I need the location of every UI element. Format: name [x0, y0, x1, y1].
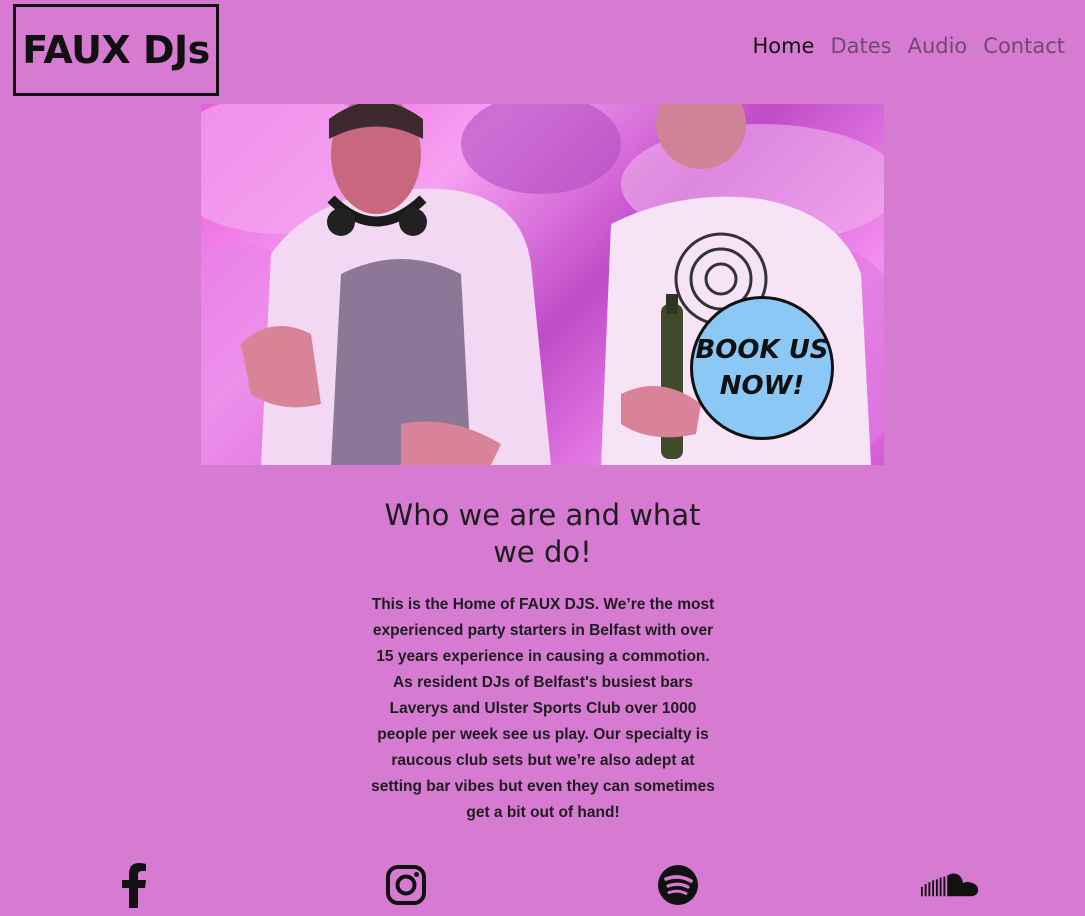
soundcloud-link[interactable] [920, 860, 980, 910]
main-nav: Home Dates Audio Contact [752, 34, 1065, 58]
facebook-icon [122, 863, 146, 908]
nav-link-home[interactable]: Home [752, 34, 814, 58]
nav-link-contact[interactable]: Contact [983, 34, 1065, 58]
soundcloud-icon [920, 873, 979, 897]
about-text: This is the Home of FAUX DJS. We’re the … [371, 596, 715, 821]
nav-link-dates[interactable]: Dates [830, 34, 891, 58]
instagram-icon [386, 865, 426, 905]
facebook-link[interactable] [104, 860, 164, 910]
site-header: FAUX DJs Home Dates Audio Contact [0, 0, 1085, 100]
about-title: Who we are and what we do! [384, 498, 701, 569]
book-us-now-button[interactable]: BOOK US NOW! [690, 296, 834, 440]
spotify-icon [658, 865, 698, 905]
site-logo[interactable]: FAUX DJs [13, 4, 219, 96]
nav-link-audio[interactable]: Audio [908, 34, 968, 58]
spotify-link[interactable] [648, 860, 708, 910]
instagram-link[interactable] [376, 860, 436, 910]
